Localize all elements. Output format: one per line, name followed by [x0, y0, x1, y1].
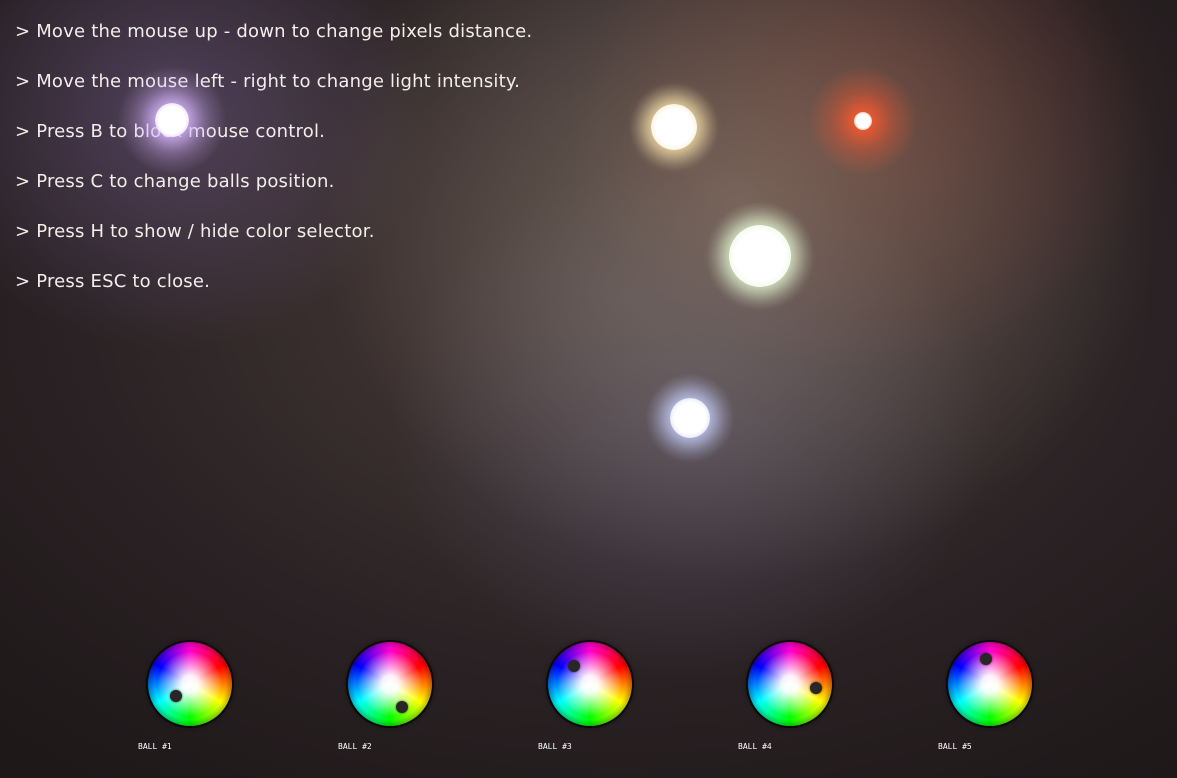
color-selector-ball-5: BALL #5 — [938, 640, 1036, 760]
wheel-label: BALL #5 — [938, 742, 972, 751]
color-picker-handle[interactable] — [980, 653, 992, 665]
color-picker-handle[interactable] — [810, 682, 822, 694]
instruction-line: > Press B to block mouse control. — [15, 121, 326, 142]
color-wheel-icon[interactable] — [548, 642, 632, 726]
color-wheel-icon[interactable] — [348, 642, 432, 726]
color-picker-handle[interactable] — [170, 690, 182, 702]
color-wheel-icon[interactable] — [148, 642, 232, 726]
wheel-label: BALL #3 — [538, 742, 572, 751]
instruction-line: > Move the mouse up - down to change pix… — [15, 21, 533, 42]
color-picker-handle[interactable] — [568, 660, 580, 672]
instruction-line: > Move the mouse left - right to change … — [15, 71, 521, 92]
instruction-line: > Press ESC to close. — [15, 271, 211, 292]
color-selector-ball-3: BALL #3 — [538, 640, 636, 760]
color-picker-handle[interactable] — [396, 701, 408, 713]
instruction-line: > Press H to show / hide color selector. — [15, 221, 375, 242]
wheel-label: BALL #1 — [138, 742, 172, 751]
wheel-label: BALL #4 — [738, 742, 772, 751]
instructions-list: > Move the mouse up - down to change pix… — [15, 20, 532, 320]
instruction-line: > Press C to change balls position. — [15, 171, 335, 192]
game-canvas[interactable]: > Move the mouse up - down to change pix… — [0, 0, 1177, 778]
color-selector-ball-4: BALL #4 — [738, 640, 836, 760]
color-selector-ball-1: BALL #1 — [138, 640, 236, 760]
wheel-label: BALL #2 — [338, 742, 372, 751]
color-selector-ball-2: BALL #2 — [338, 640, 436, 760]
